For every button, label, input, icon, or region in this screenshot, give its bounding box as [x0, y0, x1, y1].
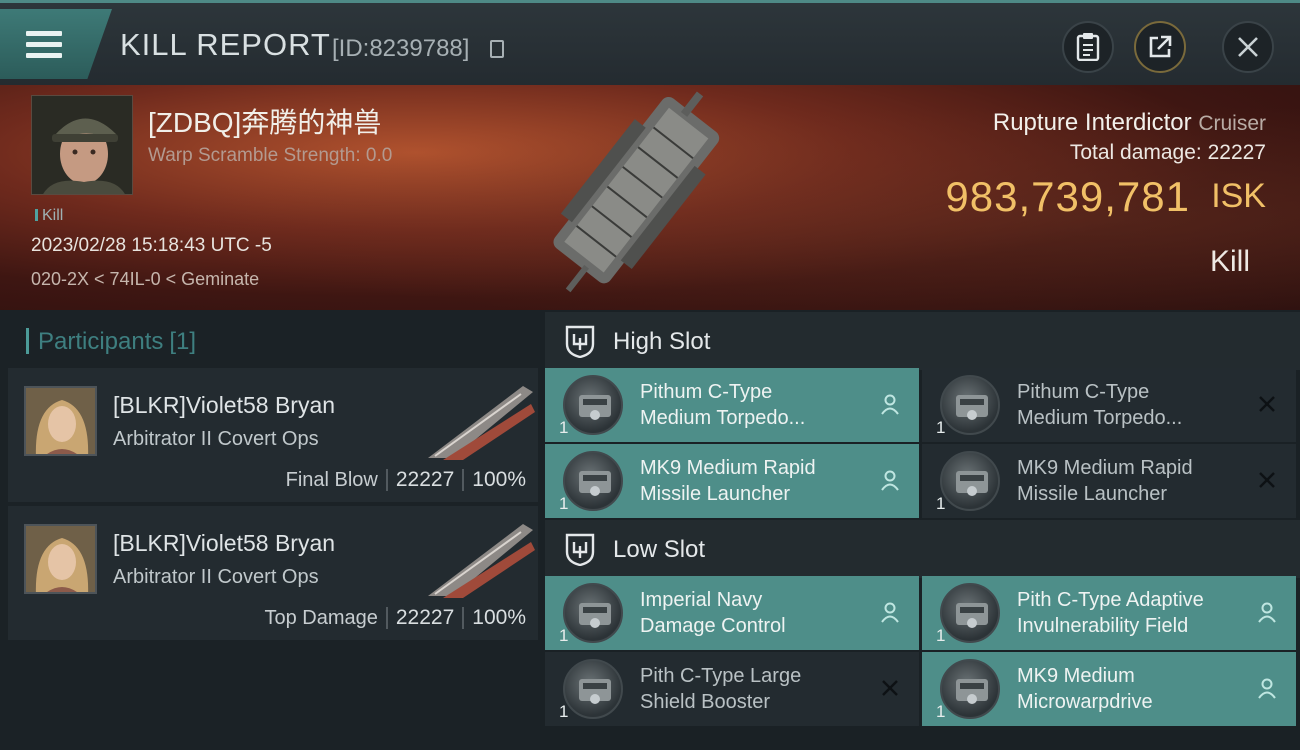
menu-button[interactable]	[0, 9, 112, 79]
low-slot-icon	[565, 533, 595, 566]
module-name: Pith C-Type Adaptive Invulnerability Fiel…	[1017, 589, 1204, 637]
low-slot-module[interactable]: 1 Pith C-Type Adaptive Invulnerability Fie…	[922, 576, 1296, 650]
module-name: Pithum C-Type Medium Torpedo...	[1017, 381, 1183, 429]
total-damage: Total damage: 22227	[1069, 141, 1266, 164]
module-name: MK9 Medium Rapid Missile Launcher	[640, 457, 816, 505]
low-slot-module[interactable]: 1 MK9 Medium Microwarpdrive	[922, 652, 1296, 726]
participant-card[interactable]: [BLKR]Violet58 Bryan Arbitrator II Cover…	[8, 506, 538, 640]
module-icon	[940, 659, 1000, 719]
participant-percent: 100%	[472, 468, 526, 491]
high-slot-module[interactable]: 1 MK9 Medium Rapid Missile Launcher	[922, 444, 1296, 518]
victim-name: [ZDBQ]奔腾的神兽	[148, 107, 382, 138]
dropped-icon	[879, 601, 901, 623]
low-slot-module[interactable]: 1 Imperial Navy Damage Control	[545, 576, 919, 650]
module-icon	[940, 375, 1000, 435]
module-icon	[563, 451, 623, 511]
high-slot-module[interactable]: 1 MK9 Medium Rapid Missile Launcher	[545, 444, 919, 518]
module-name: MK9 Medium Rapid Missile Launcher	[1017, 457, 1193, 505]
fitting-panel: High Slot 1 Pithum C-Type Medium Torpedo..…	[540, 310, 1300, 750]
high-slot-module[interactable]: 1 Pithum C-Type Medium Torpedo...	[922, 368, 1296, 442]
page-title: KILL REPORT	[120, 27, 331, 62]
destroyed-icon	[879, 677, 901, 699]
high-slot-icon	[565, 325, 595, 358]
menu-icon	[26, 31, 62, 59]
isk-value: 983,739,781	[945, 173, 1190, 220]
participant-name: [BLKR]Violet58 Bryan	[113, 392, 336, 418]
close-icon	[1238, 37, 1258, 57]
module-icon	[563, 583, 623, 643]
participant-ship: Arbitrator II Covert Ops	[113, 428, 319, 450]
warp-scramble-strength: Warp Scramble Strength: 0.0	[148, 145, 393, 166]
report-result: Kill	[1209, 245, 1250, 278]
participant-role: Top Damage	[264, 606, 378, 629]
isk-unit: ISK	[1211, 177, 1266, 215]
participant-avatar	[24, 386, 97, 456]
high-slot-header: High Slot	[545, 312, 1300, 370]
participants-panel: Participants [1] [BLKR]Violet58 Bryan Arb…	[0, 310, 540, 750]
participant-percent: 100%	[472, 606, 526, 629]
header-bar: KILL REPORT [ID:8239788]	[0, 0, 1300, 85]
dropped-icon	[879, 393, 901, 415]
module-icon	[563, 375, 623, 435]
low-slot-header: Low Slot	[545, 520, 1300, 578]
share-icon	[1149, 35, 1172, 58]
participant-ship-image	[428, 386, 535, 460]
participant-stats: Top Damage 22227 100%	[264, 606, 526, 630]
module-quantity: 1	[559, 702, 569, 721]
victim-ship-name: Rupture Interdictor Cruiser	[992, 109, 1266, 136]
dropped-icon	[879, 469, 901, 491]
participant-damage: 22227	[395, 606, 455, 629]
module-name: MK9 Medium Microwarpdrive	[1017, 665, 1153, 713]
high-slot-module[interactable]: 1 Pithum C-Type Medium Torpedo...	[545, 368, 919, 442]
participant-damage: 22227	[395, 468, 455, 491]
participant-ship: Arbitrator II Covert Ops	[113, 566, 319, 588]
kill-tag: Kill	[35, 207, 63, 225]
kill-location[interactable]: 020-2X < 74IL-0 < Geminate	[31, 269, 259, 290]
low-slot-module[interactable]: 1 Pith C-Type Large Shield Booster	[545, 652, 919, 726]
module-name: Imperial Navy Damage Control	[640, 589, 786, 637]
participant-name: [BLKR]Violet58 Bryan	[113, 530, 336, 556]
victim-portrait[interactable]	[31, 95, 133, 195]
clipboard-button[interactable]	[1062, 21, 1114, 73]
module-name: Pith C-Type Large Shield Booster	[640, 665, 802, 713]
module-quantity: 1	[559, 494, 569, 513]
copy-icon[interactable]	[490, 40, 504, 58]
module-icon	[940, 583, 1000, 643]
clipboard-icon	[1076, 33, 1100, 61]
participant-role: Final Blow	[285, 468, 378, 491]
module-quantity: 1	[559, 626, 569, 645]
kill-datetime: 2023/02/28 15:18:43 UTC -5	[31, 235, 272, 256]
participant-avatar	[24, 524, 97, 594]
share-button[interactable]	[1134, 21, 1186, 73]
module-icon	[563, 659, 623, 719]
participant-stats: Final Blow 22227 100%	[286, 468, 526, 492]
victim-ship-image	[553, 91, 720, 293]
module-quantity: 1	[936, 626, 946, 645]
destroyed-icon	[1256, 393, 1278, 415]
module-quantity: 1	[936, 702, 946, 721]
module-icon	[940, 451, 1000, 511]
participants-title: Participants [1]	[25, 328, 196, 356]
dropped-icon	[1256, 601, 1278, 623]
participant-card[interactable]: [BLKR]Violet58 Bryan Arbitrator II Cover…	[8, 368, 538, 502]
module-quantity: 1	[559, 418, 569, 437]
module-name: Pithum C-Type Medium Torpedo...	[640, 381, 806, 429]
destroyed-icon	[1256, 469, 1278, 491]
module-quantity: 1	[936, 494, 946, 513]
close-button[interactable]	[1222, 21, 1274, 73]
participant-ship-image	[428, 524, 535, 598]
module-quantity: 1	[936, 418, 946, 437]
dropped-icon	[1256, 677, 1278, 699]
report-id: [ID:8239788]	[332, 35, 470, 62]
victim-banner: [ZDBQ]奔腾的神兽 Warp Scramble Strength: 0.0 …	[0, 85, 1300, 310]
